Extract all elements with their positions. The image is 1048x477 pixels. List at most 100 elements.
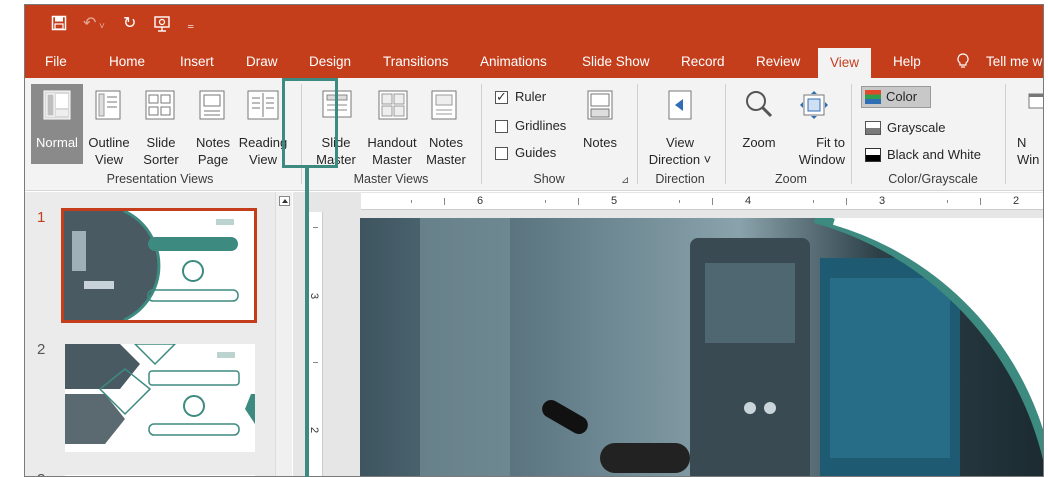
title-bar: ↶ ˅ ↻ ₌	[25, 5, 1043, 45]
scroll-up-arrow-icon[interactable]	[279, 196, 290, 206]
ruler-tick	[813, 200, 814, 203]
notes-master-label[interactable]: Notes Master	[423, 134, 469, 168]
highlight-connector-line	[305, 168, 309, 477]
horizontal-ruler[interactable]: 6 5 4 3 2	[361, 193, 1043, 210]
save-icon[interactable]	[51, 15, 67, 31]
slide-canvas[interactable]	[360, 218, 1043, 476]
guides-label[interactable]: Guides	[515, 145, 556, 160]
thumbnail-slide-2[interactable]	[65, 344, 255, 452]
group-label-master-views: Master Views	[353, 172, 429, 186]
handout-master-icon[interactable]	[378, 90, 408, 120]
notes-master-icon[interactable]	[431, 90, 457, 120]
handout-master-label[interactable]: Handout Master	[363, 134, 421, 168]
ribbon-view: Normal Outline View Slide Sorter Notes Page…	[25, 78, 1043, 191]
ruler-number: 6	[477, 195, 484, 207]
tab-animations[interactable]: Animations	[480, 45, 547, 78]
thumbnail-scrollbar[interactable]	[275, 192, 292, 476]
powerpoint-window: ↶ ˅ ↻ ₌ File Home Insert Draw Design Tra…	[24, 4, 1044, 477]
redo-icon[interactable]: ↻	[123, 15, 136, 33]
tab-transitions[interactable]: Transitions	[383, 45, 449, 78]
normal-view-button[interactable]: Normal	[31, 84, 83, 164]
ruler-tick	[578, 198, 579, 205]
group-separator	[1005, 84, 1006, 184]
outline-view-label[interactable]: Outline View	[85, 134, 133, 168]
slide-sorter-icon[interactable]	[145, 90, 175, 120]
ruler-checkbox[interactable]	[495, 89, 508, 105]
fit-to-window-label[interactable]: Fit to Window	[785, 134, 845, 168]
slide-master-highlight	[282, 78, 338, 168]
thumbnail-number: 3	[37, 471, 45, 476]
view-direction-icon[interactable]	[668, 90, 692, 120]
ruler-tick	[679, 200, 680, 203]
vertical-ruler[interactable]: 3 2	[308, 212, 323, 476]
new-window-icon[interactable]	[1025, 90, 1044, 120]
black-and-white-icon[interactable]	[865, 148, 881, 162]
group-label-presentation-views: Presentation Views	[106, 172, 214, 186]
ruler-number: 3	[879, 195, 886, 207]
tab-design[interactable]: Design	[309, 45, 351, 78]
notes-icon[interactable]	[587, 90, 613, 120]
zoom-icon[interactable]	[743, 88, 775, 120]
ruler-label[interactable]: Ruler	[515, 89, 546, 104]
tab-slide-show[interactable]: Slide Show	[582, 45, 650, 78]
group-separator	[637, 84, 638, 184]
fit-to-window-icon[interactable]	[799, 90, 829, 120]
outline-view-icon[interactable]	[95, 90, 121, 120]
black-and-white-label[interactable]: Black and White	[887, 147, 981, 162]
slide-photo-background	[360, 218, 1043, 476]
notes-page-icon[interactable]	[199, 90, 225, 120]
ruler-number: 2	[1013, 195, 1020, 207]
ruler-tick	[444, 198, 445, 205]
ruler-tick	[712, 198, 713, 205]
normal-label: Normal	[36, 135, 78, 150]
thumbnail-slide-1[interactable]	[61, 208, 257, 323]
tab-record[interactable]: Record	[681, 45, 725, 78]
tab-help[interactable]: Help	[893, 45, 921, 78]
new-window-label[interactable]: N Win	[1017, 134, 1043, 168]
slide-sorter-label[interactable]: Slide Sorter	[139, 134, 183, 168]
tab-home[interactable]: Home	[109, 45, 145, 78]
color-swatch-icon	[865, 90, 881, 104]
tab-insert[interactable]: Insert	[180, 45, 214, 78]
ruler-tick	[947, 200, 948, 203]
zoom-label[interactable]: Zoom	[737, 134, 781, 151]
gridlines-checkbox[interactable]	[495, 120, 508, 133]
customize-qat-icon[interactable]: ₌	[187, 15, 194, 33]
ruler-tick	[411, 200, 412, 203]
tab-view[interactable]: View	[818, 48, 872, 78]
group-label-show: Show	[533, 172, 565, 186]
tell-me-search[interactable]: Tell me w	[986, 45, 1042, 78]
view-direction-label[interactable]: View Direction ˅	[643, 134, 717, 168]
slide-1-preview	[64, 211, 254, 320]
dialog-launcher-icon[interactable]: ⊿	[621, 175, 629, 186]
group-label-zoom: Zoom	[775, 172, 807, 186]
tab-file[interactable]: File	[45, 45, 67, 78]
present-from-start-icon[interactable]	[153, 15, 171, 33]
notes-page-label[interactable]: Notes Page	[191, 134, 235, 168]
notes-label[interactable]: Notes	[577, 134, 623, 151]
undo-dropdown-icon[interactable]: ˅	[99, 18, 105, 36]
group-label-color-grayscale: Color/Grayscale	[888, 172, 978, 186]
ruler-number: 4	[745, 195, 752, 207]
group-separator	[725, 84, 726, 184]
group-label-direction: Direction	[655, 172, 705, 186]
color-label: Color	[886, 89, 918, 104]
grayscale-label[interactable]: Grayscale	[887, 120, 946, 135]
undo-icon[interactable]: ↶	[83, 15, 96, 33]
ruler-tick	[313, 362, 318, 363]
guides-checkbox[interactable]	[495, 147, 508, 160]
grayscale-icon[interactable]	[865, 121, 881, 135]
ruler-tick	[545, 200, 546, 203]
reading-view-icon[interactable]	[247, 90, 279, 120]
normal-view-icon	[43, 90, 71, 120]
ruler-number: 5	[611, 195, 618, 207]
ruler-number: 2	[308, 426, 321, 434]
gridlines-label[interactable]: Gridlines	[515, 118, 566, 133]
tab-draw[interactable]: Draw	[246, 45, 278, 78]
group-separator	[481, 84, 482, 184]
thumbnail-number: 2	[37, 341, 46, 358]
color-button[interactable]: Color	[861, 86, 931, 108]
group-separator	[851, 84, 852, 184]
tab-review[interactable]: Review	[756, 45, 800, 78]
lightbulb-icon[interactable]	[957, 53, 969, 72]
